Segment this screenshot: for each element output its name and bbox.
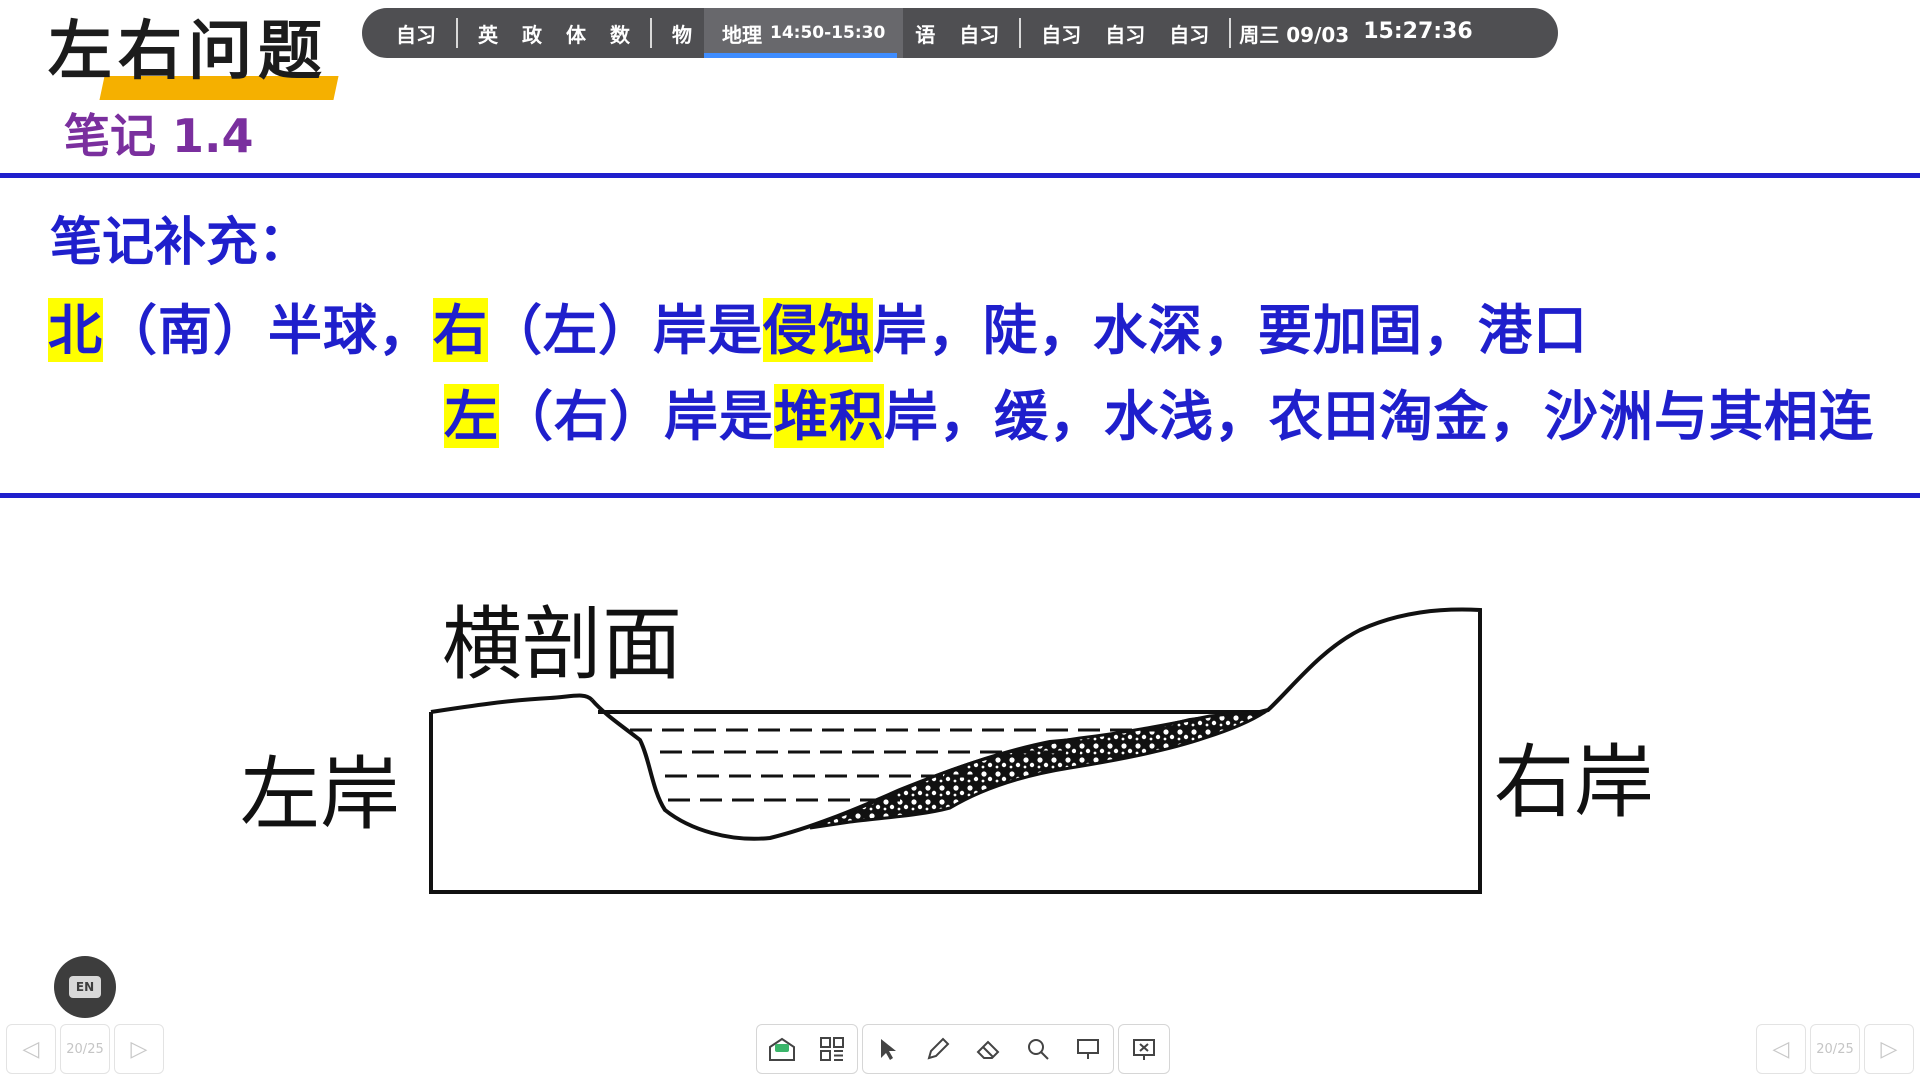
right-bank-label: 右岸 bbox=[1494, 736, 1654, 829]
note-line-2: 左（右）岸是堆积岸，缓，水浅，农田淘金，沙洲与其相连 bbox=[444, 372, 1874, 451]
top-divider-line bbox=[0, 173, 1920, 178]
schedule-day: 周三 09/03 bbox=[1239, 22, 1350, 47]
diagram-title: 横剖面 bbox=[442, 598, 682, 691]
note-text: （左）岸是 bbox=[488, 298, 763, 362]
next-page-button[interactable]: ▷ bbox=[1864, 1024, 1914, 1074]
close-presentation-icon bbox=[1133, 1039, 1155, 1060]
schedule-item: 自习 bbox=[1041, 22, 1082, 47]
spotlight-tool-button[interactable] bbox=[1063, 1025, 1113, 1073]
schedule-item: 政 bbox=[522, 22, 542, 47]
schedule-item: 物 bbox=[672, 22, 692, 47]
class-schedule-bar: 自习 英 政 体 数 物 地理 14:50-15:30 语 自习 自习 自习 自… bbox=[362, 8, 1558, 58]
schedule-divider bbox=[1229, 18, 1232, 48]
note-line-1: 北（南）半球，右（左）岸是侵蚀岸，陡，水深，要加固，港口 bbox=[48, 286, 1588, 365]
schedule-item: 自习 bbox=[1169, 22, 1210, 47]
river-bed bbox=[590, 698, 1266, 841]
note-highlight: 侵蚀 bbox=[763, 298, 873, 362]
left-bank-surface bbox=[430, 693, 594, 714]
toolbar-group-2 bbox=[862, 1024, 1114, 1074]
search-icon bbox=[1028, 1039, 1049, 1060]
exit-presentation-button[interactable] bbox=[1119, 1025, 1169, 1073]
board-icon bbox=[769, 1037, 795, 1061]
schedule-group-4: 语 自习 bbox=[903, 8, 1011, 58]
grid-icon bbox=[820, 1037, 844, 1061]
river-cross-section-diagram bbox=[429, 607, 1482, 894]
note-text: （南）半球， bbox=[103, 298, 433, 362]
eraser-tool-button[interactable] bbox=[963, 1025, 1013, 1073]
schedule-item: 自习 bbox=[1105, 22, 1146, 47]
toolbar-group-1 bbox=[756, 1024, 858, 1074]
zoom-tool-button[interactable] bbox=[1013, 1025, 1063, 1073]
prev-page-button[interactable]: ◁ bbox=[6, 1024, 56, 1074]
apps-tool-button[interactable] bbox=[807, 1025, 857, 1073]
current-class-label: 地理 bbox=[722, 22, 762, 47]
note-highlight: 左 bbox=[444, 384, 499, 448]
pager-left: ◁ 20/25 ▷ bbox=[6, 1024, 164, 1074]
next-page-button[interactable]: ▷ bbox=[114, 1024, 164, 1074]
pen-tool-button[interactable] bbox=[913, 1025, 963, 1073]
schedule-item: 英 bbox=[478, 22, 498, 47]
note-highlight: 北 bbox=[48, 298, 103, 362]
note-highlight: 右 bbox=[433, 298, 488, 362]
annotation-toolbar bbox=[756, 1024, 1170, 1074]
schedule-item: 自习 bbox=[959, 22, 1000, 47]
pager-right: ◁ 20/25 ▷ bbox=[1756, 1024, 1914, 1074]
schedule-group-3: 物 bbox=[660, 8, 704, 58]
schedule-divider bbox=[456, 18, 458, 48]
schedule-item: 自习 bbox=[396, 22, 436, 47]
schedule-item: 体 bbox=[566, 22, 586, 47]
schedule-divider bbox=[650, 18, 652, 48]
schedule-item: 语 bbox=[915, 22, 936, 47]
schedule-item: 数 bbox=[610, 22, 630, 47]
bottom-divider-line bbox=[0, 493, 1920, 498]
screen-icon bbox=[1077, 1039, 1099, 1059]
page-counter: 20/25 bbox=[60, 1024, 110, 1074]
schedule-group-1: 自习 bbox=[362, 8, 448, 58]
schedule-divider bbox=[1019, 18, 1022, 48]
page-title: 左右问题 bbox=[48, 15, 328, 89]
prev-page-button[interactable]: ◁ bbox=[1756, 1024, 1806, 1074]
page-counter: 20/25 bbox=[1810, 1024, 1860, 1074]
note-text: （右）岸是 bbox=[499, 384, 774, 448]
page-subtitle: 笔记 1.4 bbox=[64, 109, 254, 163]
notes-heading: 笔记补充： bbox=[50, 212, 311, 273]
toolbar-group-3 bbox=[1118, 1024, 1170, 1074]
sediment-deposit bbox=[809, 710, 1270, 830]
schedule-clock: 周三 09/03 15:27:36 bbox=[1239, 19, 1494, 48]
eraser-icon bbox=[976, 1040, 1000, 1059]
language-switch-button[interactable]: EN bbox=[54, 956, 116, 1018]
left-bank-label: 左岸 bbox=[240, 748, 400, 841]
schedule-group-2: 英 政 体 数 bbox=[466, 8, 642, 58]
whiteboard-tool-button[interactable] bbox=[757, 1025, 807, 1073]
note-text: 岸，缓，水浅，农田淘金，沙洲与其相连 bbox=[884, 384, 1874, 448]
language-icon: EN bbox=[69, 976, 101, 998]
select-tool-button[interactable] bbox=[863, 1025, 913, 1073]
note-highlight: 堆积 bbox=[774, 384, 884, 448]
schedule-time: 15:27:36 bbox=[1363, 18, 1473, 44]
schedule-current-class: 地理 14:50-15:30 bbox=[704, 8, 904, 58]
note-text: 岸，陡，水深，要加固，港口 bbox=[873, 298, 1588, 362]
cursor-icon bbox=[881, 1039, 896, 1060]
current-class-time: 14:50-15:30 bbox=[770, 23, 886, 43]
pen-icon bbox=[927, 1037, 950, 1060]
schedule-group-5: 自习 自习 自习 bbox=[1029, 8, 1221, 58]
